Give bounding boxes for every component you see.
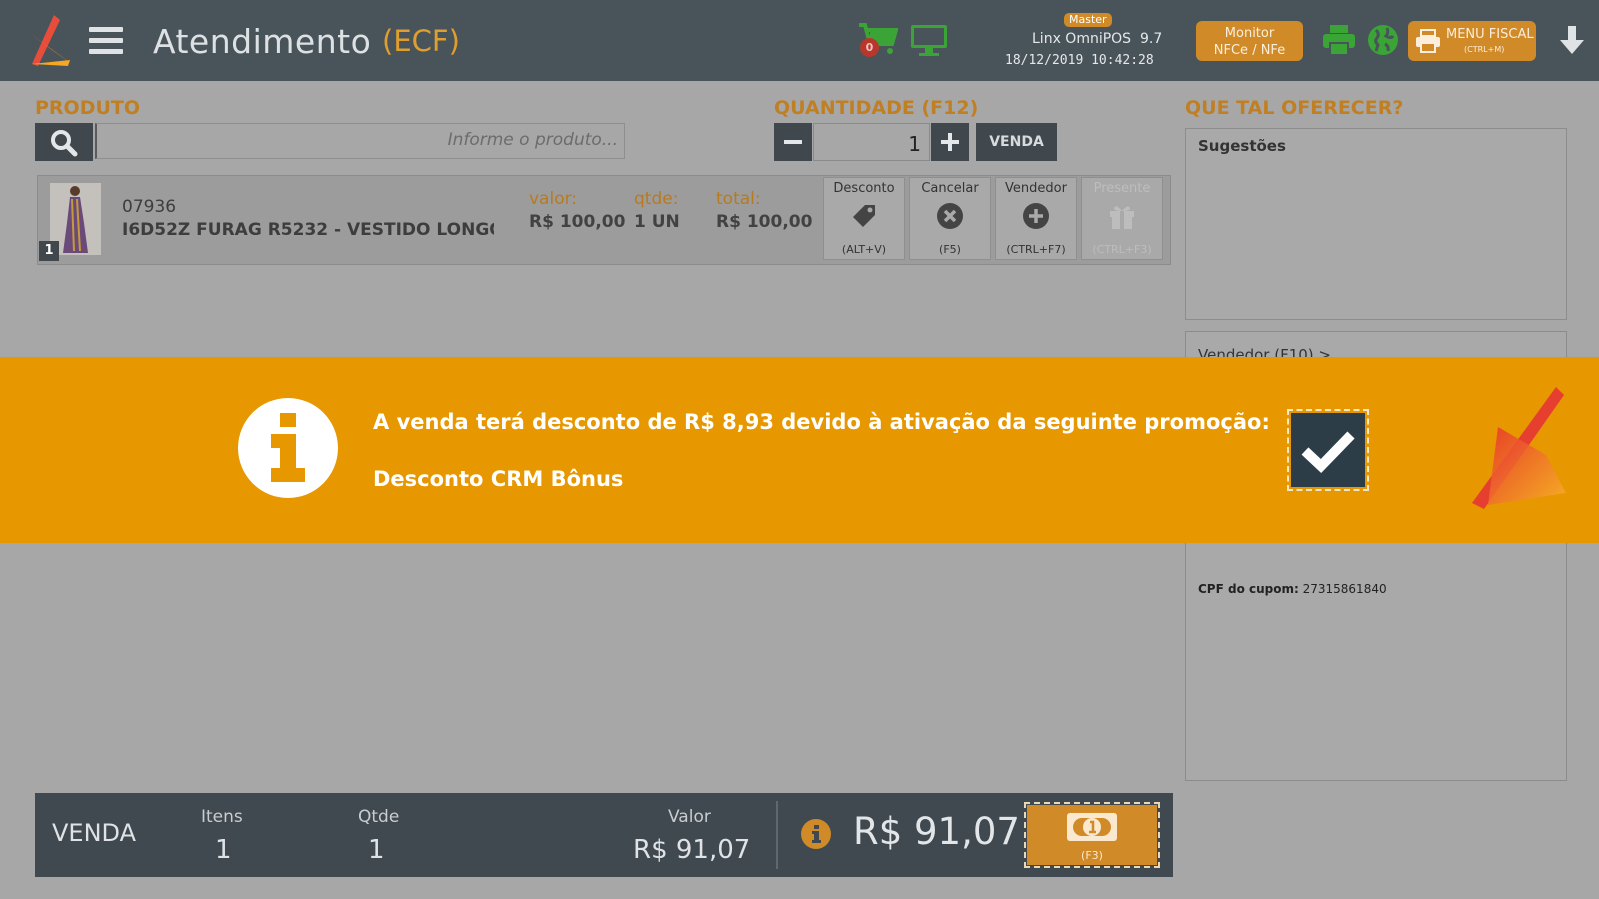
quantity-label: QUANTIDADE (F12) [774, 97, 979, 119]
menu-fiscal-button[interactable]: MENU FISCAL (CTRL+M) [1408, 21, 1536, 61]
cpf-value: 27315861840 [1302, 582, 1387, 596]
qty-count: 1 [368, 835, 385, 865]
minus-icon [784, 140, 802, 144]
tag-icon [853, 205, 875, 227]
cancel-label: Cancelar [921, 181, 979, 196]
product-label: PRODUTO [35, 97, 141, 119]
monitor-nfce-button[interactable]: Monitor NFCe / NFe [1196, 21, 1303, 61]
monitor-label: Monitor [1224, 26, 1275, 41]
promotion-checkbox[interactable] [1287, 409, 1369, 491]
printer-icon[interactable] [1322, 24, 1356, 56]
item-valor: R$ 100,00 [529, 212, 626, 232]
top-bar: Atendimento (ECF) 0 Master Linx OmniPOS … [0, 0, 1599, 81]
app-version: 9.7 [1139, 31, 1163, 47]
money-icon [1067, 813, 1117, 841]
discount-shortcut: (ALT+V) [841, 243, 887, 256]
divider [776, 801, 778, 869]
search-icon [51, 130, 78, 157]
close-circle-icon [937, 203, 963, 229]
plus-icon-vertical [948, 133, 952, 151]
role-badge: Master [1064, 13, 1112, 27]
seller-shortcut: (CTRL+F7) [1006, 243, 1066, 256]
item-qtde: 1 UN [634, 212, 680, 232]
seller-label: Vendedor [1005, 181, 1067, 196]
page-title: Atendimento [153, 22, 372, 61]
item-description: I6D52Z FURAG R5232 - VESTIDO LONGO, USO [122, 220, 494, 240]
search-button[interactable] [35, 123, 93, 161]
pay-button[interactable]: (F3) [1024, 802, 1160, 868]
cart-count-badge: 0 [860, 38, 879, 57]
items-count: 1 [215, 835, 232, 865]
promotion-message: A venda terá desconto de R$ 8,93 devido … [373, 410, 1270, 434]
discount-button[interactable]: Desconto (ALT+V) [823, 177, 905, 260]
info-icon [238, 398, 338, 498]
logo-icon [24, 12, 76, 68]
cancel-shortcut: (F5) [939, 243, 961, 256]
cancel-item-button[interactable]: Cancelar (F5) [909, 177, 991, 260]
sell-button[interactable]: VENDA [976, 123, 1057, 161]
suggestions-title: Sugestões [1198, 137, 1286, 155]
promotion-name: Desconto CRM Bônus [373, 467, 624, 491]
gift-button[interactable]: Presente (CTRL+F3) [1081, 177, 1163, 260]
arrow-down-icon[interactable] [1556, 24, 1588, 56]
gift-shortcut: (CTRL+F3) [1092, 243, 1152, 256]
fiscal-printer-icon [1416, 29, 1440, 53]
value-amount: R$ 91,07 [633, 835, 751, 865]
item-total: R$ 100,00 [716, 212, 813, 232]
menu-icon[interactable] [89, 27, 123, 60]
quantity-increase-button[interactable] [931, 123, 969, 161]
app-info: Linx OmniPOS 9.7 [1032, 31, 1162, 47]
sale-title: VENDA [52, 819, 137, 847]
logo-watermark-icon [1468, 387, 1568, 512]
app-name: Linx OmniPOS [1032, 31, 1132, 47]
product-search-input[interactable]: Informe o produto... [95, 123, 625, 159]
item-code: 07936 [122, 197, 177, 217]
gift-label: Presente [1093, 181, 1151, 196]
cpf-label: CPF do cupom: [1198, 582, 1299, 596]
menu-fiscal-label: MENU FISCAL [1446, 27, 1534, 42]
suggestions-heading: QUE TAL OFERECER? [1185, 97, 1404, 119]
value-label: Valor [668, 807, 711, 827]
item-index: 1 [39, 241, 59, 261]
cpf-line: CPF do cupom: 27315861840 [1198, 582, 1387, 596]
quantity-input[interactable]: 1 [813, 123, 930, 161]
menu-fiscal-shortcut: (CTRL+M) [1464, 45, 1505, 54]
item-valor-label: valor: [529, 189, 578, 209]
checkmark-icon [1301, 431, 1355, 474]
suggestions-panel: Sugestões [1185, 128, 1567, 320]
item-qtde-label: qtde: [634, 189, 679, 209]
page-mode: (ECF) [382, 24, 460, 58]
seller-button[interactable]: Vendedor (CTRL+F7) [995, 177, 1077, 260]
monitor-sublabel: NFCe / NFe [1213, 43, 1286, 58]
monitor-icon[interactable] [910, 24, 948, 58]
quantity-decrease-button[interactable] [774, 123, 812, 161]
qty-label: Qtde [358, 807, 400, 827]
item-total-label: total: [716, 189, 761, 209]
sale-total: R$ 91,07 [853, 810, 1020, 853]
plus-circle-icon [1023, 203, 1049, 229]
sale-summary-bar: VENDA Itens 1 Qtde 1 Valor R$ 91,07 R$ 9… [35, 793, 1173, 877]
datetime: 18/12/2019 10:42:28 [1005, 53, 1154, 68]
globe-icon[interactable] [1367, 24, 1399, 56]
pay-shortcut: (F3) [1081, 849, 1103, 862]
discount-label: Desconto [833, 181, 895, 196]
info-circle-icon[interactable] [801, 819, 831, 849]
items-label: Itens [201, 807, 243, 827]
gift-icon [1110, 206, 1134, 229]
